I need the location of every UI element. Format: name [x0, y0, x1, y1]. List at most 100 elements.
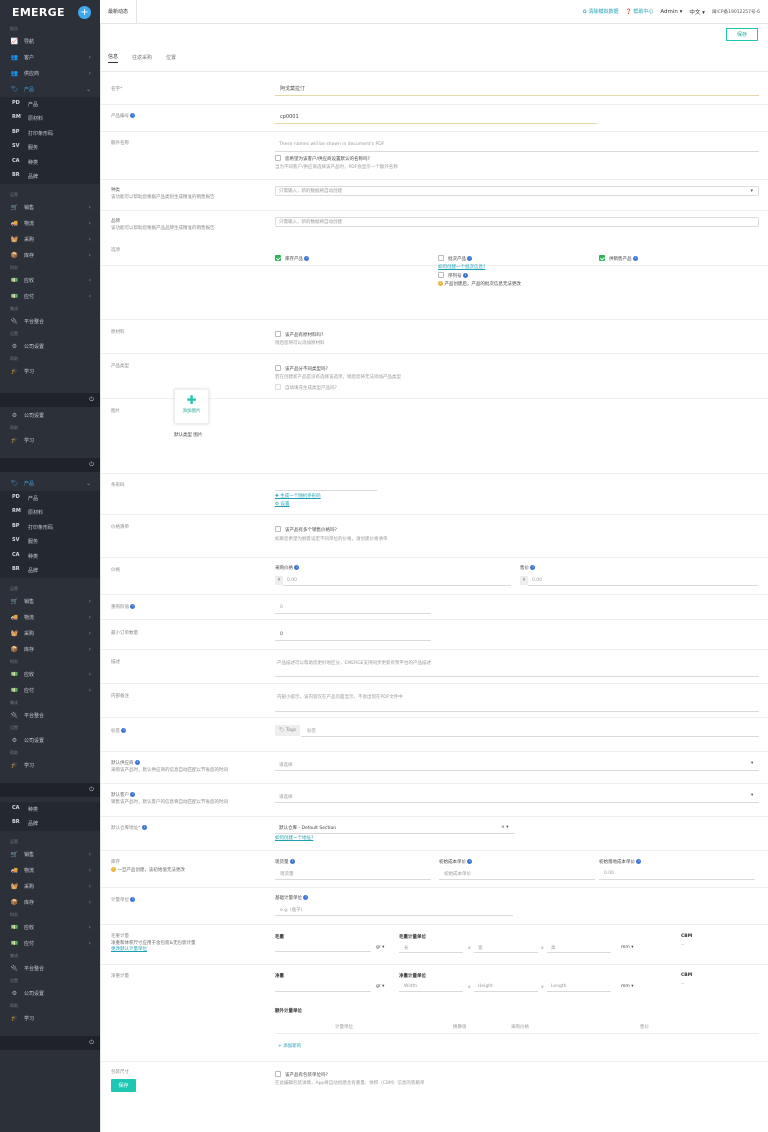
code-field[interactable]: cp0001 — [280, 114, 299, 120]
sidebar-item-purchase[interactable]: 🧺 采购 ‹ — [0, 625, 100, 641]
sidebar-item-nav[interactable]: 📈 导航 — [0, 33, 100, 49]
purchase-price-input[interactable]: 0.00 — [287, 578, 297, 583]
help-center-link[interactable]: ❓ 帮助中心 — [626, 8, 654, 15]
sidebar-item-platform[interactable]: 🔌 平台整合 — [0, 707, 100, 723]
sidebar-item-learn[interactable]: 🎓 学习 — [0, 757, 100, 773]
sidebar-item-supplier[interactable]: 👥 供应商 ‹ — [0, 65, 100, 81]
brand-select[interactable]: 只需输入，新的数据将自动创建 — [275, 217, 759, 227]
submenu-item[interactable]: CA 种类 — [0, 549, 100, 564]
desc-textarea[interactable]: 产品描述可以帮助您更好地区分，EMERGE支持同步更新有赞平台的产品描述 — [277, 660, 431, 666]
sidebar-item-company[interactable]: ⚙ 公司设置 — [0, 985, 100, 1001]
reorder-input[interactable]: 0 — [280, 605, 283, 610]
gross-dim-unit-select[interactable]: mm ▾ — [621, 945, 633, 950]
sidebar-item-company[interactable]: ⚙ 公司设置 — [0, 338, 100, 354]
news-tab[interactable]: 最新动态 — [100, 0, 138, 24]
def-supplier-select[interactable]: 请选择 — [279, 762, 293, 768]
moq-input[interactable]: 0 — [280, 632, 283, 637]
add-new-unit-link[interactable]: + 添加新的 — [278, 1043, 301, 1049]
unit-base-input[interactable]: e.g. (瓶子) — [280, 907, 302, 913]
type-checkbox[interactable] — [275, 365, 281, 371]
sidebar-item-inventory[interactable]: 📦 库存 ‹ — [0, 894, 100, 910]
submenu-item[interactable]: SV 服务 — [0, 535, 100, 550]
price-list-checkbox[interactable] — [275, 526, 281, 532]
sidebar-item-customer[interactable]: 👥 客户 ‹ — [0, 49, 100, 65]
sidebar-item-product[interactable]: 🏷 产品 ⌄ — [0, 81, 100, 97]
tags-input[interactable]: 标签 — [307, 728, 316, 734]
sidebar-item-purchase[interactable]: 🧺 采购 ‹ — [0, 878, 100, 894]
stock-product-checkbox[interactable] — [275, 255, 281, 261]
gross-length-input[interactable]: 长 — [404, 945, 409, 951]
save-button-top[interactable]: 保存 — [726, 27, 758, 41]
serial-checkbox[interactable] — [438, 272, 444, 278]
sidebar-item-sales[interactable]: 🛒 销售 ‹ — [0, 199, 100, 215]
net-unit-select[interactable]: gr ▾ — [376, 984, 384, 989]
sidebar-item-payable[interactable]: 💵 应付 ‹ — [0, 682, 100, 698]
submenu-item[interactable]: PD 产品 — [0, 491, 100, 506]
submenu-item[interactable]: CA 种类 — [0, 155, 100, 170]
clear-caret-icon[interactable]: × ▾ — [501, 825, 508, 830]
batch-product-checkbox[interactable] — [438, 255, 444, 261]
sidebar-item-learn[interactable]: 🎓 学习 — [0, 363, 100, 379]
sidebar-item-learn[interactable]: 🎓 学习 — [0, 1010, 100, 1026]
save-button[interactable]: 保存 — [111, 1079, 136, 1092]
sidebar-item-receivable[interactable]: 💵 应收 ‹ — [0, 666, 100, 682]
sidebar-item-platform[interactable]: 🔌 平台整合 — [0, 960, 100, 976]
clear-demo-link[interactable]: ♻ 清除模拟数据 — [582, 8, 618, 15]
pack-checkbox[interactable] — [275, 1071, 281, 1077]
submenu-item[interactable]: BR 品牌 — [0, 170, 100, 185]
sidebar-item-logistics[interactable]: 🚚 物流 ‹ — [0, 215, 100, 231]
submenu-item[interactable]: RM 原材料 — [0, 112, 100, 127]
sidebar-item-logistics[interactable]: 🚚 物流 ‹ — [0, 609, 100, 625]
stock-cost-input[interactable]: 初始成本单价 — [444, 871, 471, 877]
sidebar-item-product[interactable]: 🏷 产品 ⌄ — [0, 475, 100, 491]
sidebar-item-platform[interactable]: 🔌 平台整合 — [0, 313, 100, 329]
language-menu[interactable]: 中文 ▾ — [689, 8, 705, 16]
user-menu[interactable]: Admin ▾ — [660, 9, 682, 15]
submenu-item[interactable]: BP 打印条形码 — [0, 126, 100, 141]
sidebar-item-company[interactable]: ⚙ 公司设置 — [0, 407, 100, 423]
gross-unit-select[interactable]: gr ▾ — [376, 945, 384, 950]
sidebar-item-inventory[interactable]: 📦 库存 ‹ — [0, 247, 100, 263]
sidebar-item-receivable[interactable]: 💵 应收 ‹ — [0, 272, 100, 288]
net-dim-unit-select[interactable]: mm ▾ — [621, 984, 633, 989]
gross-height-input[interactable]: 高 — [551, 945, 556, 951]
sidebar-item-receivable[interactable]: 💵 应收 ‹ — [0, 919, 100, 935]
category-select[interactable]: 只需输入，新的数据将自动创建 ▾ — [275, 186, 759, 196]
sidebar-item-payable[interactable]: 💵 应付 ‹ — [0, 935, 100, 951]
name-field[interactable]: 阿戈莫拉汀 — [280, 85, 305, 92]
sidebar-item-logistics[interactable]: 🚚 物流 ‹ — [0, 862, 100, 878]
def-wh-select[interactable]: 默认仓库 - Default Section — [279, 825, 336, 831]
submenu-item[interactable]: PD 产品 — [0, 97, 100, 112]
sidebar-item-company[interactable]: ⚙ 公司设置 — [0, 732, 100, 748]
sidebar-item-purchase[interactable]: 🧺 采购 ‹ — [0, 231, 100, 247]
submenu-item[interactable]: BR 品牌 — [0, 817, 100, 832]
batch-help-link[interactable]: 如何创建一个批次信息? — [438, 264, 485, 270]
net-height-input[interactable]: Height — [478, 984, 493, 989]
note-textarea[interactable]: 内部小提示，该内容仅在产品页面显示，不会出现在PDF文件中 — [277, 694, 403, 700]
quick-add-button[interactable]: + — [78, 5, 91, 19]
sidebar-item-sales[interactable]: 🛒 销售 ‹ — [0, 846, 100, 862]
sale-price-input[interactable]: 0.00 — [532, 578, 542, 583]
add-image-button[interactable]: ✚ 添加图片 — [174, 389, 209, 424]
type-auto-checkbox[interactable] — [275, 384, 281, 390]
change-unit-link[interactable]: 更改默认计量单位 — [111, 947, 147, 952]
sidebar-item-learn[interactable]: 🎓 学习 — [0, 432, 100, 448]
submenu-item[interactable]: RM 原材料 — [0, 506, 100, 521]
net-width-input[interactable]: Width — [404, 984, 417, 989]
submenu-item[interactable]: BP 打印条形码 — [0, 520, 100, 535]
submenu-item[interactable]: SV 服务 — [0, 141, 100, 156]
tab-location[interactable]: 位置 — [166, 54, 176, 61]
barcode-settings-link[interactable]: ⚙ 设置 — [275, 501, 289, 507]
create-address-link[interactable]: 如何创建一个地址? — [275, 835, 313, 841]
sales-product-checkbox[interactable] — [599, 255, 605, 261]
submenu-item[interactable]: CA 种类 — [0, 802, 100, 817]
net-weight-input[interactable] — [275, 991, 371, 992]
tab-info[interactable]: 信息 — [108, 53, 119, 63]
alias-checkbox[interactable] — [275, 155, 281, 161]
barcode-input[interactable] — [275, 490, 377, 491]
def-customer-select[interactable]: 请选择 — [279, 794, 293, 800]
submenu-item[interactable]: BR 品牌 — [0, 564, 100, 579]
raw-checkbox[interactable] — [275, 331, 281, 337]
stock-current-input[interactable]: 现货量 — [280, 871, 294, 877]
sidebar-item-payable[interactable]: 💵 应付 ‹ — [0, 288, 100, 304]
